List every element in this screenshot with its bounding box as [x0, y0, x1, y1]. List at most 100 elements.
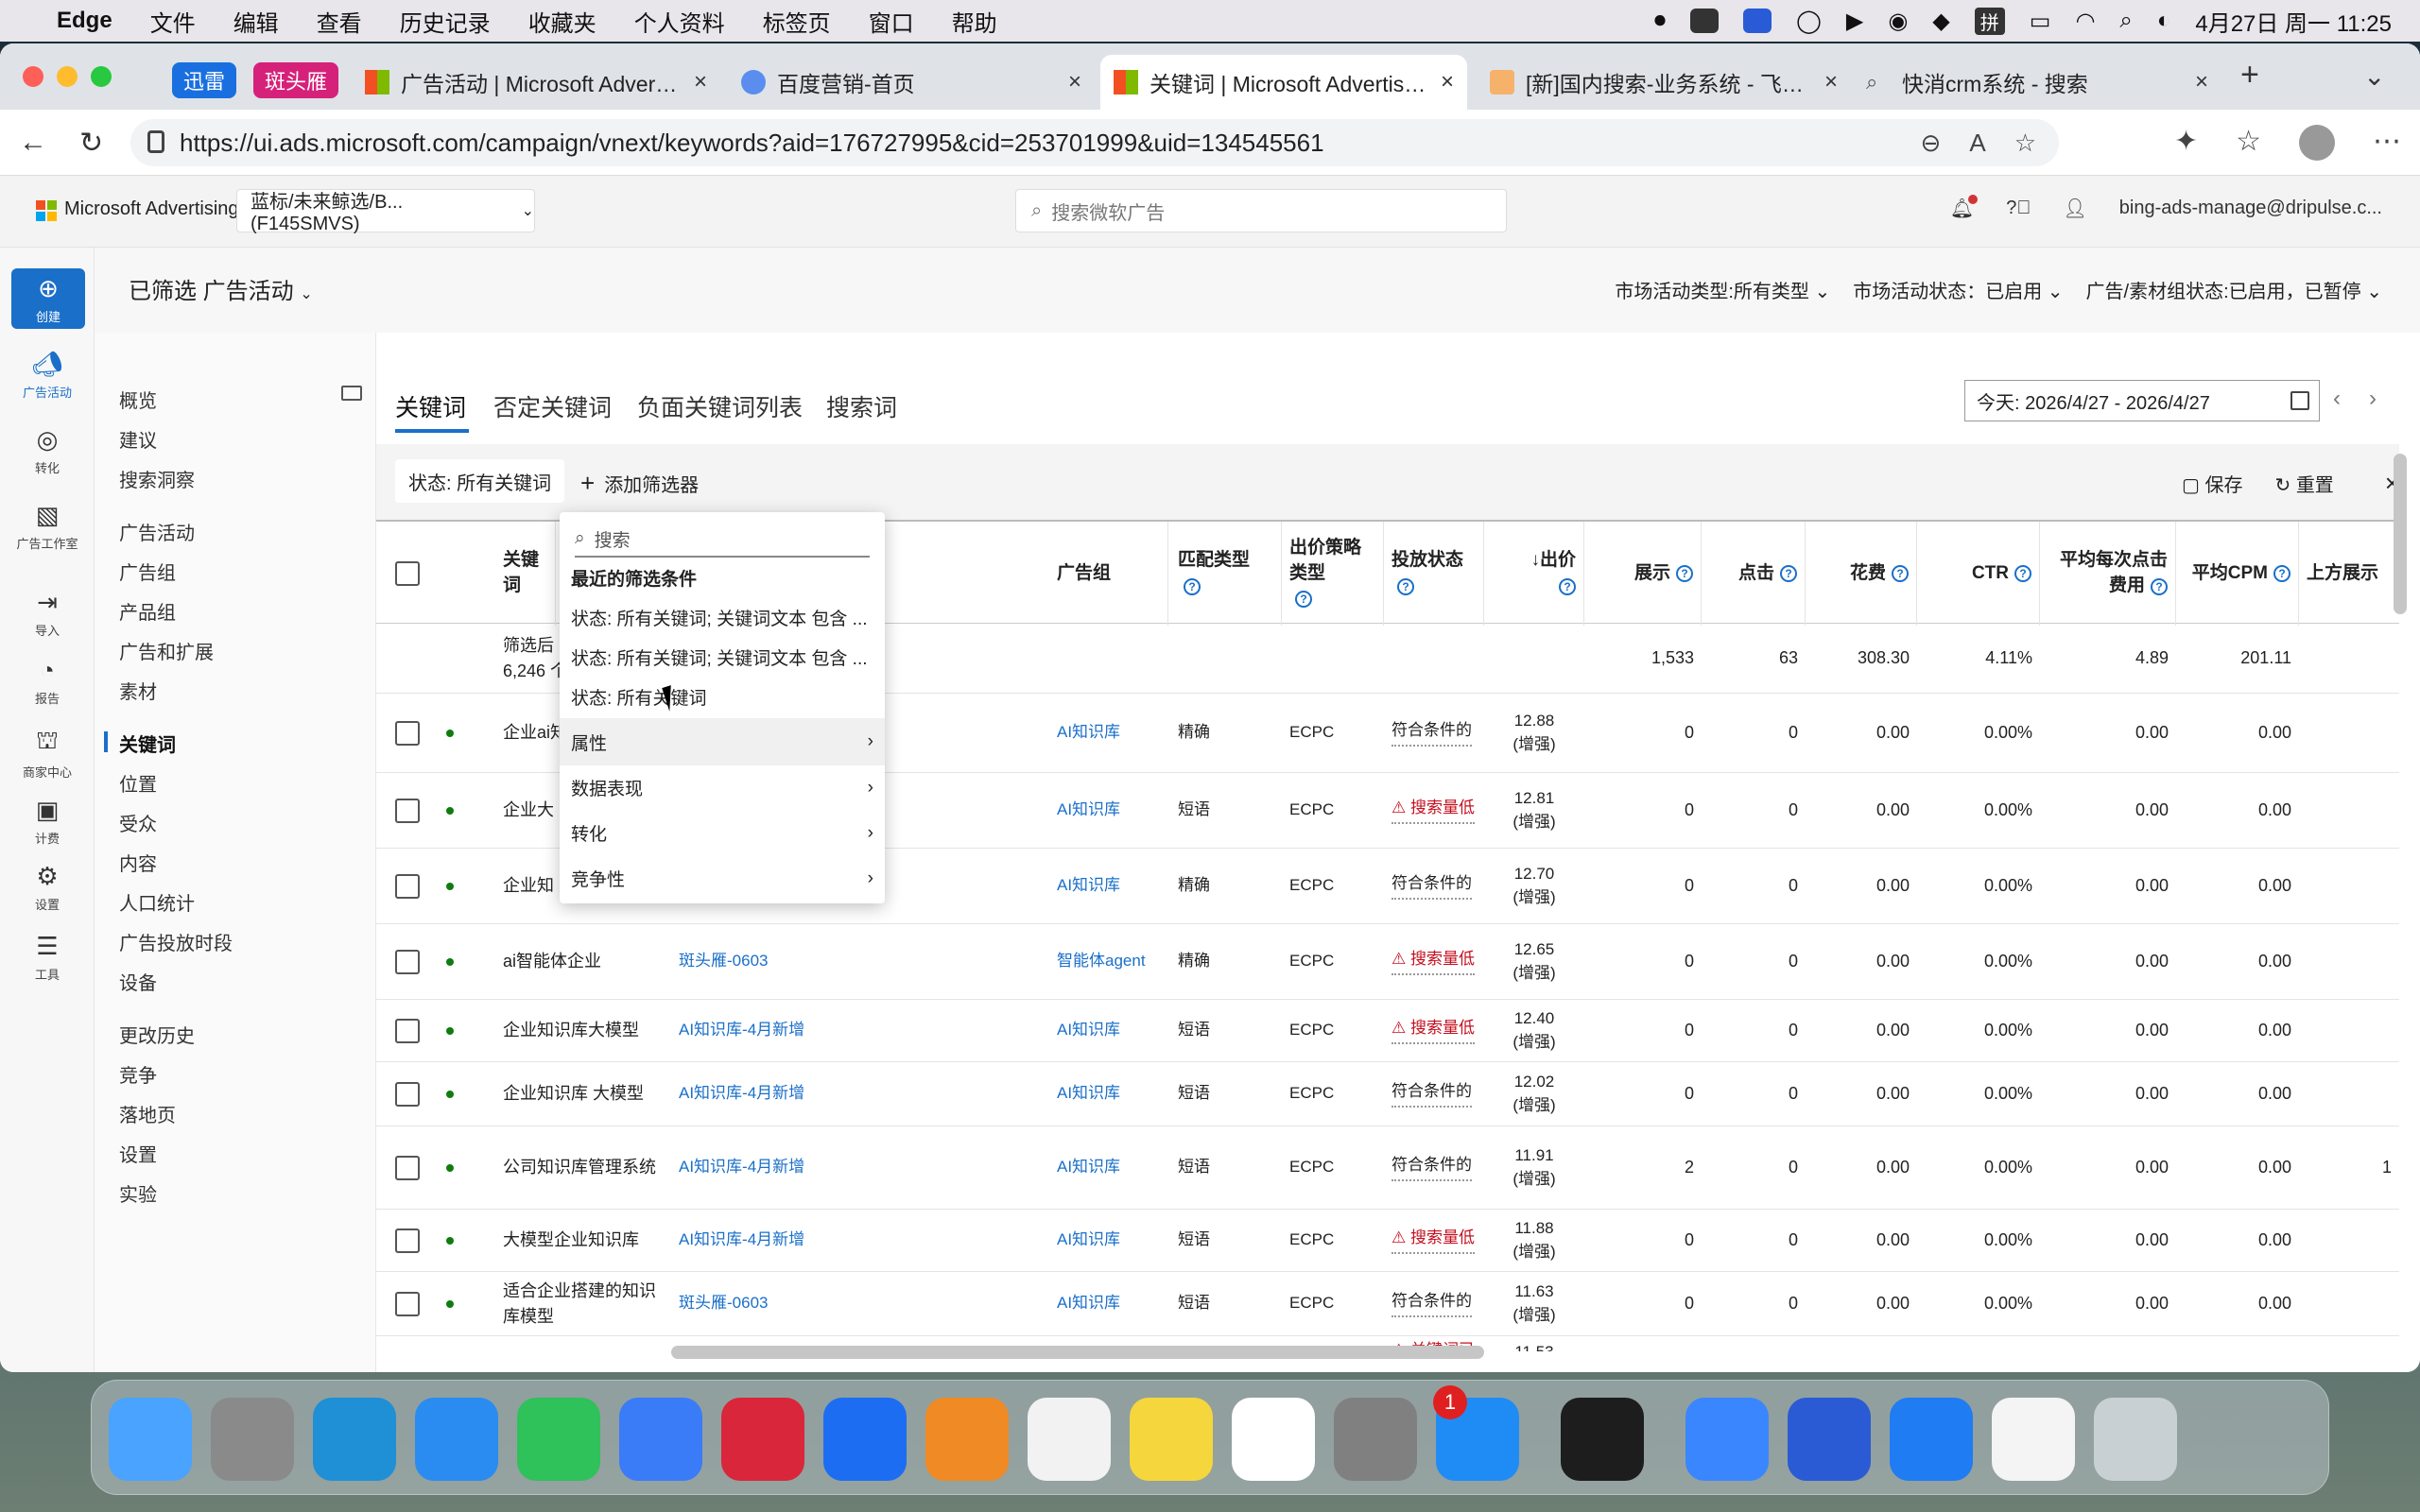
rail-tools[interactable]: ☰ 工具 — [0, 932, 95, 983]
notification-bell-icon[interactable]: 🔔︎ — [1950, 195, 1979, 220]
campaign-link[interactable]: AI知识库-4月新增 — [671, 1062, 1049, 1125]
nav-competition[interactable]: 竞争 — [119, 1060, 157, 1088]
campaign-link[interactable]: AI知识库-4月新增 — [671, 1000, 1049, 1061]
rail-conversions[interactable]: ◎ 转化 — [0, 425, 95, 476]
status-eligible[interactable]: 符合条件的 — [1392, 872, 1472, 900]
nav-landing-pages[interactable]: 落地页 — [119, 1100, 176, 1127]
status-warning[interactable]: ⚠ 搜索量低 — [1392, 1227, 1475, 1254]
rail-merchant-center[interactable]: ⛫ 商家中心 — [0, 726, 95, 781]
rail-campaigns[interactable]: 📣︎ 广告活动 — [0, 350, 95, 401]
tab-search-terms[interactable]: 搜索词 — [826, 389, 897, 423]
adgroup-link[interactable]: AI知识库 — [1049, 1210, 1168, 1271]
prev-date-chevron-left-icon[interactable]: ‹ — [2333, 386, 2341, 412]
zoom-out-icon[interactable]: ⊖ — [1921, 129, 1942, 158]
dock-safari-icon[interactable] — [415, 1398, 498, 1481]
tab-feishu-doc[interactable]: [新]国内搜索-业务系统 - 飞书云文档 × — [1477, 55, 1851, 110]
save-filter-button[interactable]: ▢ 保存 — [2182, 470, 2242, 497]
dock-freeform-icon[interactable] — [1232, 1398, 1315, 1481]
col-header-top-impr[interactable]: 上方展示 — [2299, 522, 2399, 626]
wechat-status-icon[interactable]: ◉ — [1888, 8, 1908, 35]
help-icon[interactable]: ? — [2014, 565, 2031, 582]
chat-status-icon[interactable]: ◯ — [1796, 8, 1822, 35]
status-eligible[interactable]: 符合条件的 — [1392, 1080, 1472, 1108]
adgroup-link[interactable]: AI知识库 — [1049, 1126, 1168, 1209]
control-center-icon[interactable]: ◐ — [2157, 8, 2171, 34]
tab-campaigns[interactable]: 广告活动 | Microsoft Advertising × — [352, 55, 720, 110]
wifi-icon[interactable]: ◠ — [2075, 8, 2095, 35]
campaign-link[interactable]: AI知识库-4月新增 — [671, 1210, 1049, 1271]
close-window-button[interactable] — [23, 66, 43, 87]
close-icon[interactable]: × — [694, 69, 707, 95]
row-checkbox[interactable] — [395, 799, 420, 823]
filter-category-attributes[interactable]: 属性 › — [560, 718, 885, 765]
col-header-adgroup[interactable]: 广告组 — [1049, 522, 1168, 626]
user-icon[interactable]: 👤︎ — [2063, 197, 2086, 220]
help-icon[interactable]: ? — [1676, 565, 1693, 582]
keyword-text[interactable]: 企业大模型知识库 — [495, 1336, 671, 1351]
status-eligible[interactable]: 符合条件的 — [1392, 719, 1472, 747]
help-icon[interactable]: ? — [1295, 591, 1312, 609]
filter-category-conversions[interactable]: 转化 › — [571, 820, 873, 846]
dock-lark-chat-icon[interactable] — [619, 1398, 702, 1481]
date-range-picker[interactable]: 今天: 2026/4/27 - 2026/4/27 — [1964, 380, 2320, 421]
col-header-bid-strategy[interactable]: 出价策略类型? — [1282, 522, 1384, 626]
recent-filter-item[interactable]: 状态: 所有关键词; 关键词文本 包含 ... — [571, 644, 873, 670]
profile-avatar-icon[interactable] — [2299, 125, 2336, 161]
more-menu-icon[interactable]: ⋯ — [2373, 125, 2401, 161]
nav-locations[interactable]: 位置 — [119, 769, 157, 797]
status-warning[interactable]: ⚠ 搜索量低 — [1392, 797, 1475, 824]
zoom-window-button[interactable] — [91, 66, 112, 87]
rail-import[interactable]: ⇥ 导入 — [0, 588, 95, 639]
bid-value[interactable]: 12.70 (增强) — [1484, 849, 1584, 923]
bid-value[interactable]: 12.88 (增强) — [1484, 694, 1584, 772]
word-status-icon[interactable] — [1743, 9, 1772, 33]
tab-crm-search[interactable]: ⌕ 快消crm系统 - 搜索 × — [1853, 55, 2221, 110]
adgroup-link[interactable]: AI知识库 — [1049, 1062, 1168, 1125]
campaign-type-filter[interactable]: 市场活动类型:所有类型 ⌄ — [1615, 276, 1830, 303]
help-icon[interactable]: ? — [1184, 578, 1201, 595]
filter-category-performance[interactable]: 数据表现 › — [571, 775, 873, 800]
rail-create-button[interactable]: ⊕ 创建 — [11, 268, 85, 329]
row-checkbox[interactable] — [395, 1228, 420, 1253]
menu-window[interactable]: 窗口 — [869, 5, 914, 38]
bid-value[interactable]: 11.53(增强) — [1484, 1336, 1584, 1351]
nav-campaigns[interactable]: 广告活动 — [119, 518, 195, 545]
keyword-text[interactable]: ai智能体企业 — [495, 924, 671, 999]
ime-indicator[interactable]: 拼 — [1974, 7, 2005, 35]
close-icon[interactable]: × — [1441, 69, 1454, 95]
menu-file[interactable]: 文件 — [150, 5, 196, 38]
menu-tabs[interactable]: 标签页 — [763, 5, 831, 38]
bid-value[interactable]: 12.40 (增强) — [1484, 1000, 1584, 1061]
status-warning[interactable]: ⚠ 搜索量低 — [1392, 1017, 1475, 1044]
campaign-status-filter[interactable]: 市场活动状态：已启用 ⌄ — [1853, 276, 2063, 303]
filter-category-competitive[interactable]: 竞争性 › — [571, 866, 873, 891]
rail-reports[interactable]: ◔ 报告 — [0, 656, 95, 707]
nav-demographics[interactable]: 人口统计 — [119, 888, 195, 916]
nav-adgroups[interactable]: 广告组 — [119, 558, 176, 585]
col-header-status[interactable]: 投放状态? — [1384, 522, 1484, 626]
bid-value[interactable]: 12.65 (增强) — [1484, 924, 1584, 999]
adgroup-status-filter[interactable]: 广告/素材组状态:已启用，已暂停 ⌄ — [2086, 276, 2382, 303]
help-icon[interactable]: ?⃝ — [2006, 198, 2031, 219]
nav-ads-extensions[interactable]: 广告和扩展 — [119, 637, 214, 664]
campaign-link[interactable]: 斑头雁-0603 — [671, 924, 1049, 999]
play-status-icon[interactable]: ▶ — [1846, 8, 1863, 35]
recent-filter-item[interactable]: 状态: 所有关键词; 关键词文本 包含 ... — [571, 605, 873, 630]
extensions-puzzle-icon[interactable]: ✦ — [2174, 125, 2198, 161]
row-checkbox[interactable] — [395, 1292, 420, 1316]
keyword-text[interactable]: 企业知识库大模型 — [495, 1000, 671, 1061]
wps-status-icon[interactable] — [1690, 9, 1719, 33]
scope-title[interactable]: 已筛选 广告活动 ⌄ — [129, 272, 313, 305]
dock-system-settings-icon[interactable] — [1334, 1398, 1417, 1481]
col-header-keyword[interactable]: 关键词 — [495, 522, 556, 626]
global-search-input[interactable]: ⌕ 搜索微软广告 — [1015, 189, 1507, 232]
dock-wechat-icon[interactable] — [517, 1398, 600, 1481]
rail-ad-studio[interactable]: ▧ 广告工作室 — [0, 501, 95, 552]
menu-profile[interactable]: 个人资料 — [634, 5, 725, 38]
nav-settings[interactable]: 设置 — [119, 1140, 157, 1167]
col-header-avg-cpc[interactable]: 平均每次点击费用? — [2040, 522, 2176, 626]
adgroup-link[interactable]: AI知识库 — [1049, 1000, 1168, 1061]
read-aloud-icon[interactable]: A — [1969, 129, 1985, 158]
tab-keywords[interactable]: 关键词 | Microsoft Advertising × — [1100, 55, 1467, 110]
adgroup-link[interactable]: AI知识库 — [1049, 773, 1168, 848]
